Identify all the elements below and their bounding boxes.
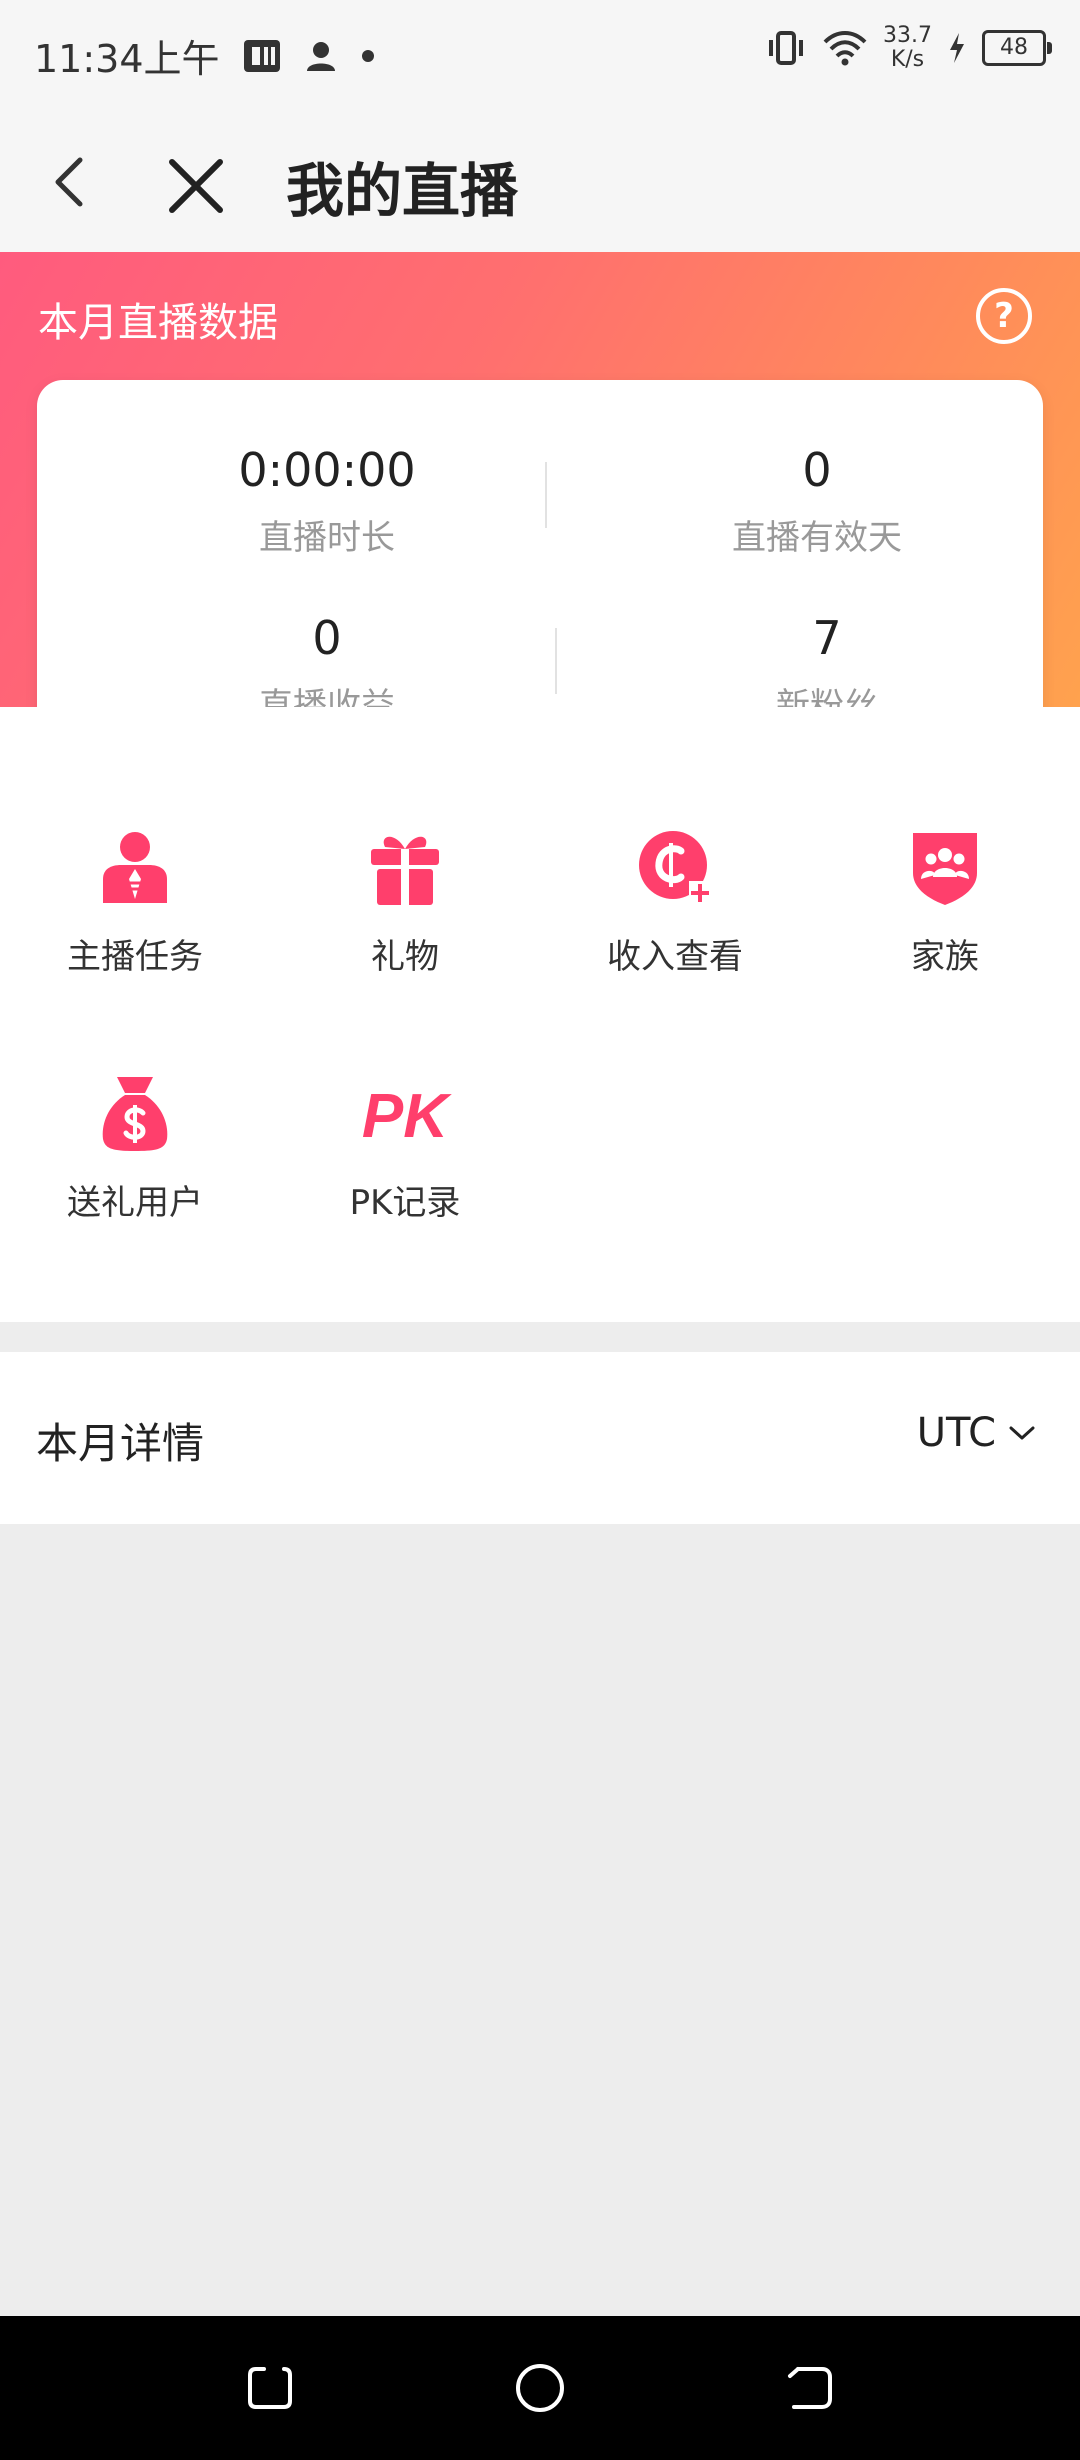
stat-value: 0	[802, 443, 832, 497]
close-icon[interactable]	[160, 150, 232, 222]
app-notification-icon	[243, 39, 280, 72]
vibrate-icon	[769, 31, 804, 65]
gift-icon	[371, 836, 439, 905]
dot-icon	[361, 49, 374, 62]
page-title: 我的直播	[286, 157, 519, 225]
income-icon	[639, 831, 711, 903]
func-gift[interactable]: 礼物	[270, 827, 540, 978]
person-icon	[306, 41, 335, 71]
stat-value: 0	[312, 611, 342, 665]
monthly-data-title: 本月直播数据	[38, 300, 278, 346]
func-family[interactable]: 家族	[810, 827, 1080, 978]
status-time: 11:34上午	[34, 37, 220, 81]
stat-divider	[555, 628, 557, 694]
func-label: 礼物	[371, 937, 439, 977]
title-bar: 我的直播	[0, 110, 1080, 252]
func-label: 收入查看	[607, 937, 743, 977]
network-speed: 33.7 K/s	[883, 24, 932, 72]
family-icon	[913, 833, 977, 905]
func-label: 家族	[911, 937, 979, 977]
svg-text:PK: PK	[362, 1082, 452, 1151]
stat-value: 0:00:00	[238, 443, 416, 497]
stat-label: 直播有效天	[732, 518, 902, 558]
status-right: 33.7 K/s 48	[765, 24, 1052, 72]
func-label: 送礼用户	[67, 1183, 203, 1223]
func-label: 主播任务	[67, 937, 203, 977]
monthly-details-bar: 本月详情 UTC	[0, 1352, 1080, 1524]
money-bag-icon	[102, 1077, 168, 1151]
status-bar: 11:34上午 33.7 K/s 48	[0, 0, 1080, 110]
monthly-details-title: 本月详情	[36, 1419, 205, 1468]
stat-label: 直播时长	[259, 518, 395, 558]
wifi-icon	[823, 31, 867, 66]
function-grid: 主播任务 礼物 收入查看 家族 送礼用户 PK PK记录	[0, 707, 1080, 1322]
network-speed-unit: K/s	[890, 47, 925, 72]
func-income[interactable]: 收入查看	[540, 827, 810, 978]
chevron-down-icon	[1009, 1426, 1035, 1440]
back-icon[interactable]	[40, 150, 104, 214]
charging-icon	[950, 33, 964, 63]
home-icon[interactable]	[514, 2362, 566, 2414]
stat-live-duration: 0:00:00 直播时长	[117, 440, 537, 559]
func-label: PK记录	[349, 1183, 461, 1223]
func-pk-record[interactable]: PK PK记录	[270, 1073, 540, 1224]
timezone-selector[interactable]: UTC	[917, 1410, 1036, 1456]
anchor-task-icon	[103, 832, 167, 903]
stat-value: 7	[812, 611, 842, 665]
system-nav-bar	[0, 2316, 1080, 2460]
status-left: 11:34上午	[34, 28, 376, 83]
network-speed-value: 33.7	[883, 23, 932, 48]
recent-apps-icon[interactable]	[246, 2364, 294, 2412]
func-anchor-task[interactable]: 主播任务	[0, 827, 270, 978]
timezone-value: UTC	[916, 1410, 996, 1456]
battery-indicator: 48	[982, 30, 1052, 66]
stat-valid-days: 0 直播有效天	[607, 440, 1027, 559]
func-gift-users[interactable]: 送礼用户	[0, 1073, 270, 1224]
back-nav-icon[interactable]	[786, 2364, 834, 2412]
stat-divider	[545, 462, 547, 528]
pk-icon: PK	[362, 1082, 452, 1151]
help-icon[interactable]: ?	[976, 288, 1032, 344]
